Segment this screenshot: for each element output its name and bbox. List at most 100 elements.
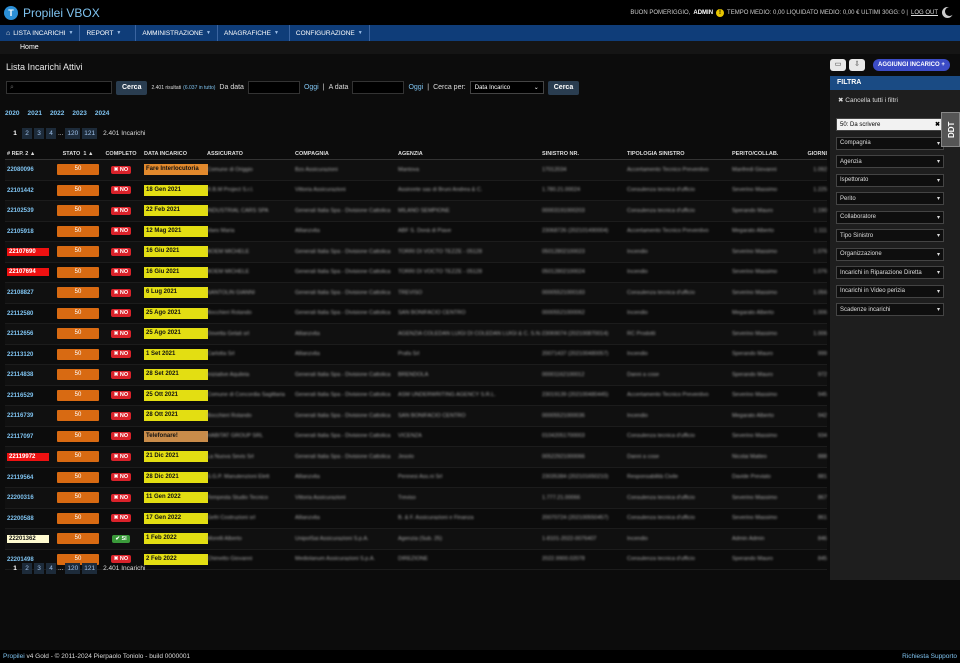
filter-select[interactable]: Tipo Sinistro ▾ <box>836 229 944 242</box>
status-badge[interactable]: 50 <box>57 369 99 381</box>
filter-select[interactable]: Compagnia ▾ <box>836 136 944 150</box>
table-row[interactable]: 22112580 50 ✖ NO 25 Ago 2021 Bocchieri Rolan… <box>5 304 827 324</box>
rep-link[interactable]: 22112656 <box>7 331 33 337</box>
table-row[interactable]: 22119564 50 ✖ NO 28 Dic 2021 S.G.P. Manutenz… <box>5 468 827 488</box>
table-row[interactable]: 22113120 50 ✖ NO 1 Set 2021 Carlotta Srl Alli… <box>5 345 827 365</box>
status-badge[interactable]: 50 <box>57 471 99 483</box>
rep-link[interactable]: 22112580 <box>7 311 33 317</box>
filter-select[interactable]: Incarichi in Riparazione Diretta ▾ <box>836 266 944 279</box>
rep-link[interactable]: 22117097 <box>7 434 33 440</box>
rep-link[interactable]: 22101442 <box>7 188 34 194</box>
rep-link[interactable]: 22119564 <box>7 475 33 481</box>
page-link[interactable]: 1 <box>10 128 20 139</box>
nav-report[interactable]: REPORT ▼ <box>80 25 137 41</box>
table-row[interactable]: 22116529 50 ✖ NO 25 Ott 2021 Comune di Conco… <box>5 386 827 406</box>
filter-select[interactable]: Ispettorato ▾ <box>836 173 944 187</box>
page-link[interactable]: 2 <box>22 563 32 574</box>
col-rep[interactable]: # REP. 2 ▲ <box>5 151 55 157</box>
col-giorni[interactable]: GIORNI <box>792 151 827 157</box>
status-badge[interactable]: 50 <box>57 307 99 319</box>
rep-link[interactable]: 22201362 <box>7 534 49 543</box>
year-link[interactable]: 2021 <box>27 110 41 117</box>
col-completo[interactable]: COMPLETO <box>101 151 141 157</box>
page-link[interactable]: 3 <box>34 563 44 574</box>
nav-anagrafiche[interactable]: ANAGRAFICHE ▼ <box>218 25 290 41</box>
table-row[interactable]: 22102539 50 ✖ NO 22 Feb 2021 INDUSTRIAL CARS… <box>5 201 827 222</box>
status-badge[interactable]: 50 <box>57 410 99 422</box>
status-badge[interactable]: 50 <box>57 287 99 299</box>
status-badge[interactable]: 50 <box>57 328 99 340</box>
export-icon[interactable]: ⇩ <box>849 59 865 71</box>
status-badge[interactable]: 50 <box>57 451 99 463</box>
table-row[interactable]: 22201362 50 ✔ SI 1 Feb 2022 Morelli Alberto U… <box>5 529 827 550</box>
status-badge[interactable]: 50 <box>57 512 99 524</box>
status-badge[interactable]: 50 <box>57 266 99 278</box>
status-badge[interactable]: 50 <box>57 348 99 360</box>
add-incarico-button[interactable]: AGGIUNGI INCARICO + <box>873 59 950 71</box>
page-link[interactable]: 4 <box>46 128 56 139</box>
filter-select[interactable]: 50: Da scrivere ✖ <box>836 118 944 131</box>
today-link-2[interactable]: Oggi <box>408 84 423 91</box>
rep-link[interactable]: 22105918 <box>7 229 34 235</box>
table-row[interactable]: 22101442 50 ✖ NO 18 Gen 2021 R.B.M Project S… <box>5 181 827 201</box>
page-link[interactable]: 1 <box>10 563 20 574</box>
logout-link[interactable]: LOG OUT <box>911 10 938 16</box>
nav-configurazione[interactable]: CONFIGURAZIONE ▼ <box>290 25 370 41</box>
page-link[interactable]: 2 <box>22 128 32 139</box>
status-badge[interactable]: 50 <box>57 205 99 217</box>
date-to-input[interactable] <box>352 81 405 94</box>
col-perito[interactable]: PERITO/COLLAB. <box>732 151 792 157</box>
table-row[interactable]: 22112656 50 ✖ NO 25 Ago 2021 Dovetta Gelati … <box>5 324 827 345</box>
col-agenzia[interactable]: AGENZIA <box>398 151 542 157</box>
filter-select[interactable]: Collaboratore ▾ <box>836 210 944 224</box>
ddt-tab[interactable]: DDT <box>941 112 960 147</box>
today-link-1[interactable]: Oggi <box>304 84 319 91</box>
table-row[interactable]: 22114838 50 ✖ NO 28 Set 2021 Iniziative Aqui… <box>5 365 827 386</box>
col-sinistro[interactable]: SINISTRO NR. <box>542 151 627 157</box>
page-link[interactable]: 120 <box>65 128 81 139</box>
rep-link[interactable]: 22107690 <box>7 247 49 256</box>
rep-link[interactable]: 22107694 <box>7 268 49 277</box>
nav-lista-incarichi[interactable]: ⌂ LISTA INCARICHI ▼ <box>0 25 81 41</box>
table-row[interactable]: 22119972 50 ✖ NO 21 Dic 2021 La Nuova Sevis … <box>5 447 827 468</box>
rep-link[interactable]: 22116529 <box>7 393 33 399</box>
filter-select[interactable]: Perito ▾ <box>836 192 944 205</box>
col-data[interactable]: DATA INCARICO <box>141 151 207 157</box>
year-link[interactable]: 2020 <box>5 110 19 117</box>
col-assicurato[interactable]: ASSICURATO <box>207 151 295 157</box>
rep-link[interactable]: 22200316 <box>7 495 34 501</box>
status-badge[interactable]: 50 <box>57 492 99 504</box>
support-link[interactable]: Richiesta Supporto <box>902 650 957 663</box>
status-badge[interactable]: 50 <box>57 225 99 237</box>
clear-filters-link[interactable]: ✖ Cancella tutti i filtri <box>838 96 960 104</box>
status-badge[interactable]: 50 <box>57 533 99 545</box>
filter-select[interactable]: Agenzia ▾ <box>836 155 944 168</box>
rep-link[interactable]: 22200588 <box>7 516 34 522</box>
rep-link[interactable]: 22113120 <box>7 352 33 358</box>
table-row[interactable]: 22107694 50 ✖ NO 16 Giu 2021 BOEM MICHELE Gen… <box>5 263 827 283</box>
col-tipologia[interactable]: TIPOLOGIA SINISTRO <box>627 151 732 157</box>
status-badge[interactable]: 50 <box>57 389 99 401</box>
table-row[interactable]: 22107690 50 ✖ NO 16 Giu 2021 BOEM MICHELE Gen… <box>5 242 827 263</box>
status-badge[interactable]: 50 <box>57 184 99 196</box>
table-row[interactable]: 22080096 50 ✖ NO Fare Interlocutoria Comune … <box>5 160 827 181</box>
clear-icon[interactable]: ✖ <box>935 121 940 128</box>
table-row[interactable]: 22108827 50 ✖ NO 6 Lug 2021 SANTOLIN GIANNI G… <box>5 283 827 304</box>
search-by-select[interactable]: Data Incarico ⌄ <box>469 81 544 94</box>
search-button[interactable]: Cerca <box>116 80 148 95</box>
status-badge[interactable]: 50 <box>57 246 99 258</box>
rep-link[interactable]: 22119972 <box>7 452 49 461</box>
rep-link[interactable]: 22116739 <box>7 413 33 419</box>
breadcrumb-home[interactable]: Home <box>20 44 39 51</box>
warning-icon[interactable]: ! <box>716 9 725 17</box>
rep-link[interactable]: 22201498 <box>7 557 34 563</box>
year-link[interactable]: 2022 <box>50 110 64 117</box>
table-row[interactable]: 22200588 50 ✖ NO 17 Gen 2022 Gefri Costruzio… <box>5 509 827 529</box>
rep-link[interactable]: 22102539 <box>7 208 34 214</box>
search-button-2[interactable]: Cerca <box>547 80 580 95</box>
nav-amministrazione[interactable]: AMMINISTRAZIONE ▼ <box>136 25 218 41</box>
year-link[interactable]: 2024 <box>95 110 109 117</box>
status-badge[interactable]: 50 <box>57 430 99 442</box>
filter-select[interactable]: Organizzazione ▾ <box>836 247 944 261</box>
date-from-input[interactable] <box>247 81 300 94</box>
